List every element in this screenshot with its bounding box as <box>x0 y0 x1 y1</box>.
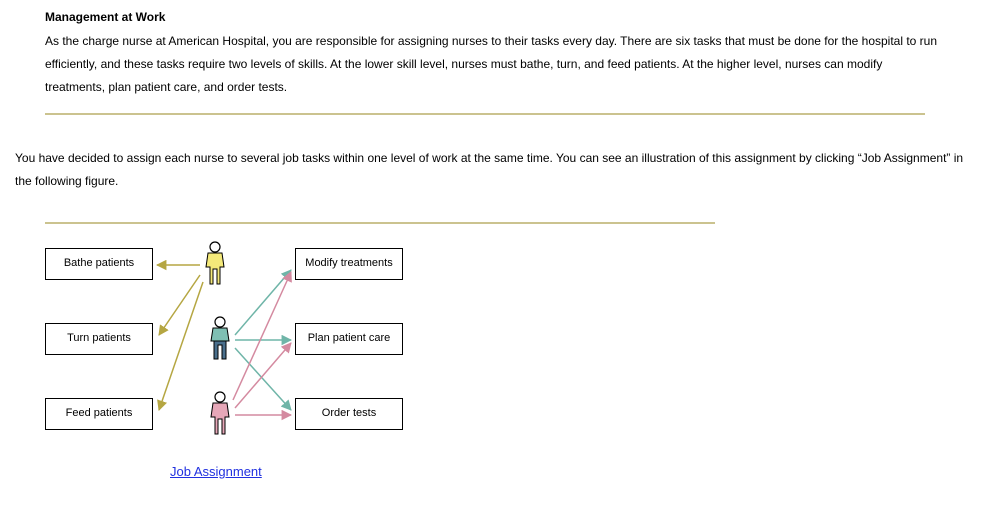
intro-paragraph: As the charge nurse at American Hospital… <box>45 30 945 98</box>
nurse-pink-icon <box>205 390 235 438</box>
task-plan-patient-care: Plan patient care <box>295 323 403 355</box>
task-turn-patients: Turn patients <box>45 323 153 355</box>
task-bathe-patients: Bathe patients <box>45 248 153 280</box>
job-assignment-diagram: Bathe patients Turn patients Feed patien… <box>45 240 715 500</box>
task-feed-patients: Feed patients <box>45 398 153 430</box>
page: Management at Work As the charge nurse a… <box>0 0 993 519</box>
instruction-paragraph: You have decided to assign each nurse to… <box>15 147 975 193</box>
divider-1 <box>45 113 925 115</box>
heading: Management at Work <box>45 6 165 29</box>
nurse-yellow-icon <box>200 240 230 288</box>
task-modify-treatments: Modify treatments <box>295 248 403 280</box>
task-order-tests: Order tests <box>295 398 403 430</box>
divider-2 <box>45 222 715 224</box>
nurse-teal-icon <box>205 315 235 363</box>
job-assignment-link[interactable]: Job Assignment <box>170 460 262 485</box>
